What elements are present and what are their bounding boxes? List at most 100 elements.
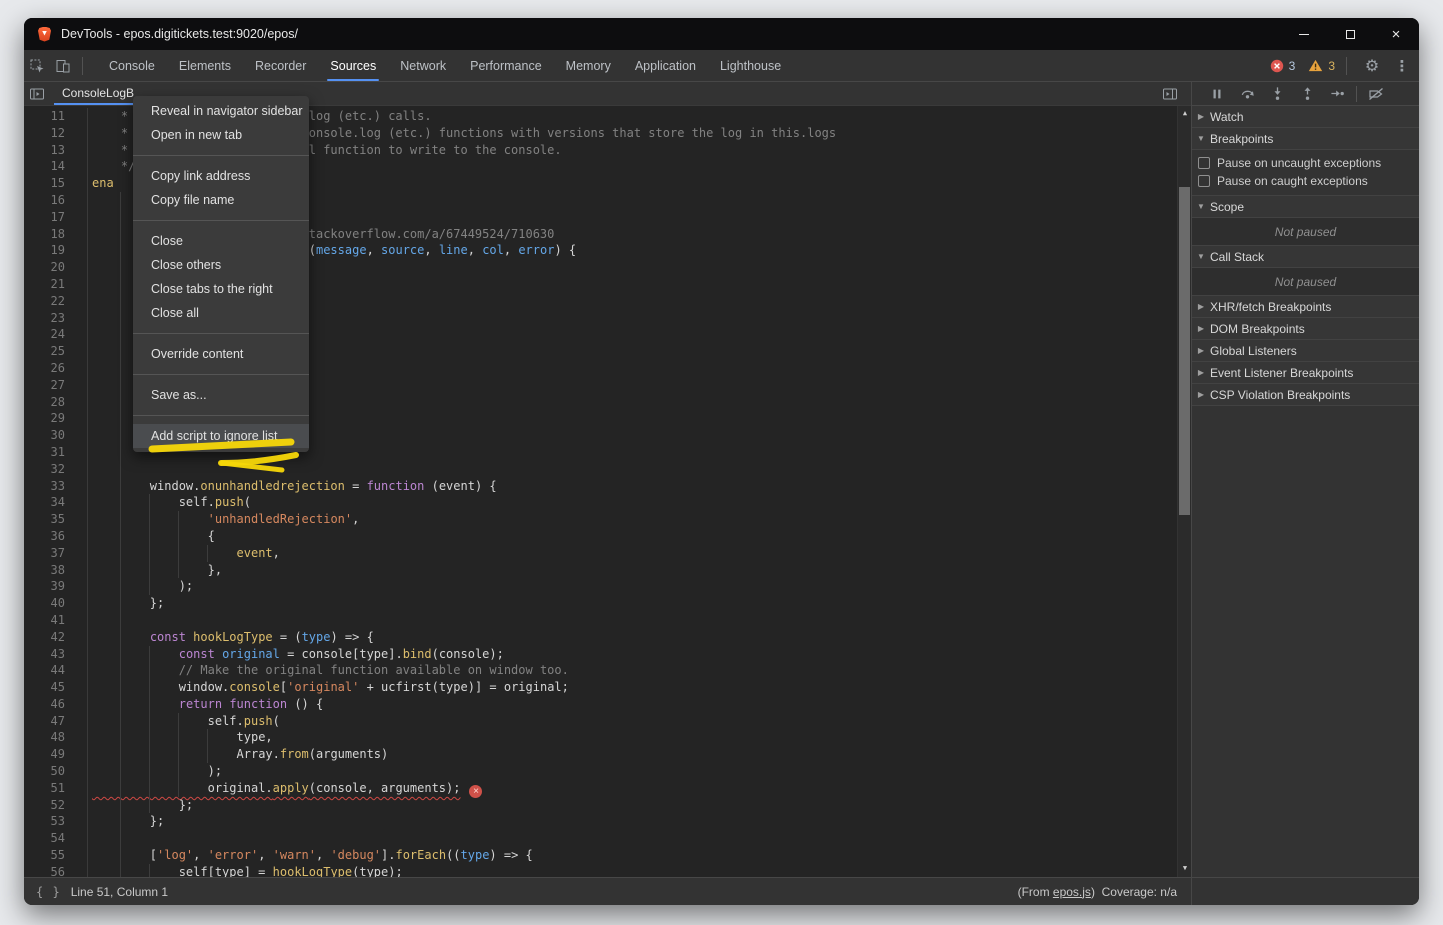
step-over-icon[interactable] bbox=[1234, 83, 1260, 105]
breakpoint-gutter[interactable] bbox=[72, 494, 88, 511]
section-header-scope[interactable]: ▼Scope bbox=[1192, 196, 1419, 218]
breakpoint-gutter[interactable] bbox=[72, 662, 88, 679]
pretty-print-icon[interactable]: { } bbox=[36, 885, 61, 899]
breakpoint-gutter[interactable] bbox=[72, 713, 88, 730]
line-number[interactable]: 21 bbox=[24, 276, 72, 293]
scroll-down-icon[interactable]: ▼ bbox=[1178, 862, 1191, 875]
line-number[interactable]: 55 bbox=[24, 847, 72, 864]
line-number[interactable]: 30 bbox=[24, 427, 72, 444]
deactivate-breakpoints-icon[interactable] bbox=[1363, 83, 1389, 105]
maximize-button[interactable] bbox=[1327, 18, 1373, 50]
line-number[interactable]: 48 bbox=[24, 729, 72, 746]
tab-recorder[interactable]: Recorder bbox=[243, 50, 318, 81]
breakpoint-gutter[interactable] bbox=[72, 629, 88, 646]
breakpoint-gutter[interactable] bbox=[72, 175, 88, 192]
breakpoint-gutter[interactable] bbox=[72, 679, 88, 696]
error-badge-icon[interactable] bbox=[1270, 59, 1284, 73]
breakpoint-gutter[interactable] bbox=[72, 192, 88, 209]
show-navigator-icon[interactable] bbox=[24, 82, 50, 106]
line-number[interactable]: 31 bbox=[24, 444, 72, 461]
menu-item-override-content[interactable]: Override content bbox=[133, 342, 309, 366]
tab-console[interactable]: Console bbox=[97, 50, 167, 81]
breakpoint-gutter[interactable] bbox=[72, 595, 88, 612]
line-number[interactable]: 51 bbox=[24, 780, 72, 797]
breakpoint-gutter[interactable] bbox=[72, 125, 88, 142]
error-icon[interactable]: × bbox=[469, 785, 482, 798]
breakpoint-gutter[interactable] bbox=[72, 343, 88, 360]
line-number[interactable]: 32 bbox=[24, 461, 72, 478]
line-number[interactable]: 14 bbox=[24, 158, 72, 175]
breakpoint-gutter[interactable] bbox=[72, 864, 88, 877]
tab-performance[interactable]: Performance bbox=[458, 50, 554, 81]
checkbox-row-pause-on-caught-exceptions[interactable]: Pause on caught exceptions bbox=[1192, 172, 1419, 195]
line-number[interactable]: 29 bbox=[24, 410, 72, 427]
breakpoint-gutter[interactable] bbox=[72, 108, 88, 125]
breakpoint-gutter[interactable] bbox=[72, 209, 88, 226]
line-number[interactable]: 35 bbox=[24, 511, 72, 528]
step-out-icon[interactable] bbox=[1294, 83, 1320, 105]
line-number[interactable]: 24 bbox=[24, 326, 72, 343]
menu-item-close-others[interactable]: Close others bbox=[133, 253, 309, 277]
breakpoint-gutter[interactable] bbox=[72, 360, 88, 377]
section-header-call-stack[interactable]: ▼Call Stack bbox=[1192, 246, 1419, 268]
breakpoint-gutter[interactable] bbox=[72, 545, 88, 562]
line-number[interactable]: 50 bbox=[24, 763, 72, 780]
tab-application[interactable]: Application bbox=[623, 50, 708, 81]
line-number[interactable]: 54 bbox=[24, 830, 72, 847]
pause-script-icon[interactable] bbox=[1204, 83, 1230, 105]
source-map-link[interactable]: epos.js bbox=[1053, 885, 1091, 899]
tab-memory[interactable]: Memory bbox=[554, 50, 623, 81]
line-number[interactable]: 41 bbox=[24, 612, 72, 629]
device-toolbar-icon[interactable] bbox=[50, 54, 76, 78]
breakpoint-gutter[interactable] bbox=[72, 578, 88, 595]
line-number[interactable]: 28 bbox=[24, 394, 72, 411]
tab-sources[interactable]: Sources bbox=[318, 50, 388, 81]
scrollbar-thumb[interactable] bbox=[1179, 187, 1190, 515]
breakpoint-gutter[interactable] bbox=[72, 612, 88, 629]
line-number[interactable]: 19 bbox=[24, 242, 72, 259]
breakpoint-gutter[interactable] bbox=[72, 293, 88, 310]
breakpoint-gutter[interactable] bbox=[72, 797, 88, 814]
menu-item-close-all[interactable]: Close all bbox=[133, 301, 309, 325]
breakpoint-gutter[interactable] bbox=[72, 410, 88, 427]
breakpoint-gutter[interactable] bbox=[72, 562, 88, 579]
line-number[interactable]: 46 bbox=[24, 696, 72, 713]
breakpoint-gutter[interactable] bbox=[72, 830, 88, 847]
line-number[interactable]: 44 bbox=[24, 662, 72, 679]
tab-elements[interactable]: Elements bbox=[167, 50, 243, 81]
warning-badge-icon[interactable] bbox=[1308, 59, 1323, 72]
checkbox-row-pause-on-uncaught-exceptions[interactable]: Pause on uncaught exceptions bbox=[1192, 150, 1419, 172]
breakpoint-gutter[interactable] bbox=[72, 511, 88, 528]
line-number[interactable]: 26 bbox=[24, 360, 72, 377]
scroll-up-icon[interactable]: ▲ bbox=[1178, 107, 1191, 120]
breakpoint-gutter[interactable] bbox=[72, 142, 88, 159]
line-number[interactable]: 13 bbox=[24, 142, 72, 159]
menu-item-copy-link-address[interactable]: Copy link address bbox=[133, 164, 309, 188]
line-number[interactable]: 18 bbox=[24, 226, 72, 243]
line-number[interactable]: 11 bbox=[24, 108, 72, 125]
tab-lighthouse[interactable]: Lighthouse bbox=[708, 50, 793, 81]
line-number[interactable]: 12 bbox=[24, 125, 72, 142]
breakpoint-gutter[interactable] bbox=[72, 528, 88, 545]
line-number[interactable]: 40 bbox=[24, 595, 72, 612]
breakpoint-gutter[interactable] bbox=[72, 444, 88, 461]
breakpoint-gutter[interactable] bbox=[72, 158, 88, 175]
tab-network[interactable]: Network bbox=[388, 50, 458, 81]
line-number[interactable]: 47 bbox=[24, 713, 72, 730]
inspect-element-icon[interactable] bbox=[24, 54, 50, 78]
breakpoint-gutter[interactable] bbox=[72, 478, 88, 495]
line-number[interactable]: 38 bbox=[24, 562, 72, 579]
line-number[interactable]: 22 bbox=[24, 293, 72, 310]
line-number[interactable]: 42 bbox=[24, 629, 72, 646]
breakpoint-gutter[interactable] bbox=[72, 259, 88, 276]
breakpoint-gutter[interactable] bbox=[72, 729, 88, 746]
line-number[interactable]: 45 bbox=[24, 679, 72, 696]
breakpoint-gutter[interactable] bbox=[72, 326, 88, 343]
line-number[interactable]: 23 bbox=[24, 310, 72, 327]
line-number[interactable]: 20 bbox=[24, 259, 72, 276]
breakpoint-gutter[interactable] bbox=[72, 377, 88, 394]
line-number[interactable]: 34 bbox=[24, 494, 72, 511]
section-header-xhr-fetch-breakpoints[interactable]: ▶XHR/fetch Breakpoints bbox=[1192, 296, 1419, 318]
checkbox[interactable] bbox=[1198, 175, 1210, 187]
line-number[interactable]: 43 bbox=[24, 646, 72, 663]
